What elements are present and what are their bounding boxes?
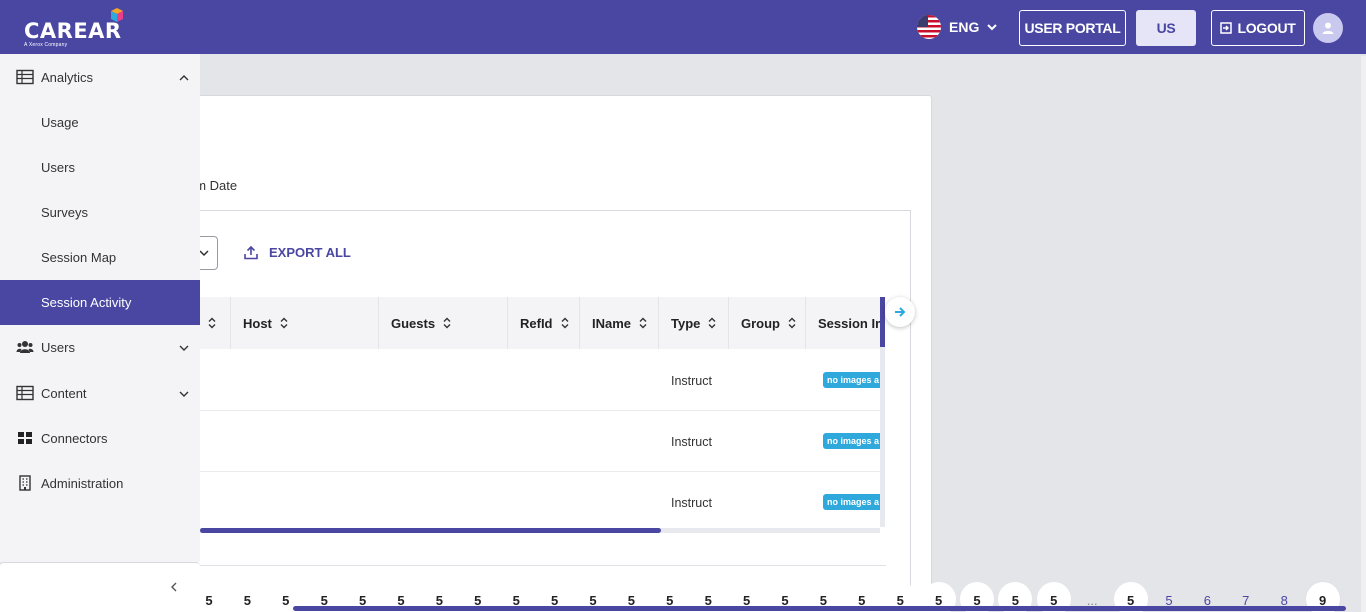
column-label: RefId <box>520 315 553 331</box>
logo-subtitle: A Xerox Company <box>24 42 68 48</box>
sort-icon <box>788 317 796 329</box>
sidebar-item-label: Users <box>41 160 75 175</box>
scroll-thumb[interactable] <box>200 528 661 533</box>
person-icon <box>1322 22 1334 34</box>
table-row[interactable]: Instruct no images a <box>200 411 880 472</box>
chevron-down-icon <box>179 345 189 351</box>
table-icon <box>16 69 34 85</box>
top-bar: CAREAR A Xerox Company ENG USER PORTAL U… <box>0 0 1366 54</box>
pagination-scrollbar[interactable] <box>293 606 1346 611</box>
users-icon <box>16 341 34 353</box>
sidebar: Analytics Usage Users Surveys Session Ma… <box>0 54 200 562</box>
sidebar-item-users[interactable]: Users <box>0 325 200 370</box>
table-icon <box>16 385 34 401</box>
chevron-up-icon <box>179 74 189 80</box>
column-header-guests[interactable]: Guests <box>379 297 508 349</box>
no-images-badge: no images a <box>823 372 880 388</box>
sort-icon <box>443 317 451 329</box>
column-header-session-images[interactable]: Session Im <box>806 297 880 349</box>
sidebar-item-label: Usage <box>41 115 79 130</box>
table-horizontal-scrollbar[interactable] <box>200 528 880 533</box>
divider <box>200 565 886 566</box>
table-header: Host Guests RefId IName Type Group Sessi… <box>200 297 880 349</box>
logo-text: CAREAR <box>24 19 122 43</box>
type-cell: Instruct <box>671 374 712 388</box>
sidebar-item-connectors[interactable]: Connectors <box>0 416 200 461</box>
sidebar-item-label: Connectors <box>41 431 108 446</box>
grid-icon <box>18 432 32 444</box>
sort-icon <box>561 317 568 329</box>
table-row[interactable]: Instruct no images a <box>200 350 880 411</box>
avatar[interactable] <box>1313 13 1343 43</box>
sidebar-item-analytics-users[interactable]: Users <box>0 145 200 190</box>
logout-label: LOGOUT <box>1237 20 1296 36</box>
user-portal-button[interactable]: USER PORTAL <box>1019 10 1126 46</box>
column-label: Session Im <box>818 315 880 331</box>
chevron-down-icon <box>987 24 998 31</box>
table-vertical-scrollbar[interactable] <box>880 297 885 527</box>
sidebar-item-label: Administration <box>41 476 124 491</box>
column-header-host[interactable]: Host <box>231 297 379 349</box>
no-images-badge: no images a <box>823 433 880 449</box>
sidebar-item-label: Content <box>41 386 87 401</box>
language-selector[interactable]: ENG <box>917 14 998 40</box>
sidebar-item-surveys[interactable]: Surveys <box>0 190 200 235</box>
sort-icon <box>280 317 288 329</box>
sort-icon <box>208 317 216 329</box>
arrow-right-icon <box>895 307 906 317</box>
chevron-down-icon <box>179 391 189 397</box>
sidebar-item-content[interactable]: Content <box>0 371 200 416</box>
chevron-left-icon <box>171 582 177 592</box>
sidebar-item-label: Users <box>41 340 75 355</box>
carear-logo[interactable]: CAREAR A Xerox Company <box>24 8 134 50</box>
column-header-stub[interactable] <box>200 297 231 349</box>
sort-icon <box>639 317 647 329</box>
export-all-label: EXPORT ALL <box>269 245 351 260</box>
table-row[interactable]: Instruct no images a <box>200 472 880 533</box>
column-header-refid[interactable]: RefId <box>508 297 580 349</box>
scroll-right-button[interactable] <box>885 297 915 327</box>
sidebar-item-label: Session Map <box>41 250 117 265</box>
sort-icon <box>708 317 716 329</box>
collapse-sidebar-button[interactable] <box>170 579 178 597</box>
column-label: Host <box>243 315 272 331</box>
type-cell: Instruct <box>671 496 712 510</box>
column-header-iname[interactable]: IName <box>580 297 659 349</box>
building-icon <box>19 475 31 491</box>
sidebar-item-label: Surveys <box>41 205 88 220</box>
sidebar-item-session-activity[interactable]: Session Activity <box>0 280 200 325</box>
us-flag-icon <box>917 15 941 39</box>
page-scrollbar[interactable] <box>1361 56 1366 612</box>
region-button[interactable]: US <box>1136 10 1196 46</box>
no-images-badge: no images a <box>823 494 880 510</box>
logout-icon <box>1220 22 1233 34</box>
type-cell: Instruct <box>671 435 712 449</box>
column-label: IName <box>592 315 632 331</box>
column-label: Group <box>741 315 780 331</box>
upload-icon <box>244 245 258 259</box>
sidebar-item-label: Session Activity <box>41 295 132 310</box>
logout-button[interactable]: LOGOUT <box>1211 10 1305 46</box>
sidebar-item-administration[interactable]: Administration <box>0 461 200 506</box>
export-all-button[interactable]: EXPORT ALL <box>243 245 351 260</box>
column-header-group[interactable]: Group <box>729 297 806 349</box>
sidebar-item-session-map[interactable]: Session Map <box>0 235 200 280</box>
sidebar-footer <box>0 562 200 612</box>
column-label: Type <box>671 315 701 331</box>
sidebar-item-usage[interactable]: Usage <box>0 100 200 145</box>
logo-cube-icon <box>111 8 123 22</box>
column-label: Guests <box>391 315 436 331</box>
sidebar-item-analytics[interactable]: Analytics <box>0 55 200 100</box>
scroll-thumb[interactable] <box>880 297 885 347</box>
chevron-down-icon <box>198 250 209 257</box>
language-label: ENG <box>949 19 980 35</box>
page-button[interactable]: 5 <box>230 582 265 612</box>
sidebar-item-label: Analytics <box>41 70 94 85</box>
column-header-type[interactable]: Type <box>659 297 729 349</box>
